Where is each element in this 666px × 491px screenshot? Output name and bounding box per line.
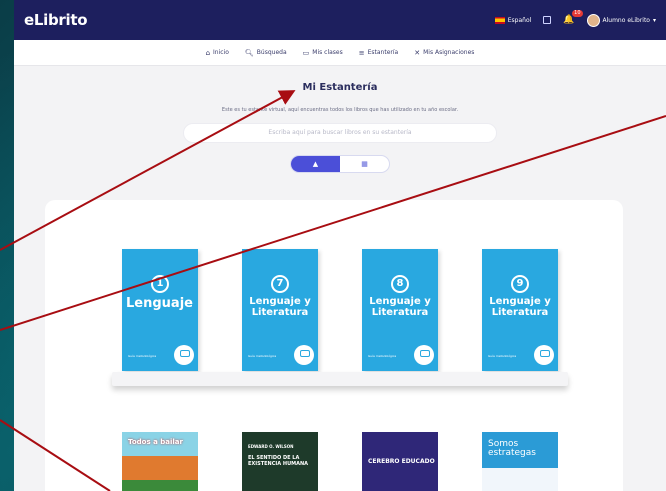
book-lenguaje-9[interactable]: 9 Lenguaje y Literatura Guía metodológic… [482,249,558,371]
nav-estanteria[interactable]: ≡ Estantería [359,49,398,57]
app-window: eLibrito Español 🔔 10 Alumno eLibrito ▾ … [14,0,666,491]
book-lenguaje-8[interactable]: 8 Lenguaje y Literatura Guía metodológic… [362,249,438,371]
bookshelf-icon: ≡ [358,48,365,57]
book-title: CEREBRO EDUCADO [368,458,435,465]
chat-bubble-icon [534,345,554,365]
shelf-board [112,372,568,386]
book-todos-a-bailar[interactable]: Todos a bailar [122,432,198,491]
book-title: Lenguaje y Literatura [249,296,311,318]
grid-view-icon: ▦ [361,160,368,168]
book-series: Guía metodológica [128,354,157,359]
book-somos-estrategas[interactable]: Somos estrategas [482,432,558,491]
page-title: Mi Estantería [302,82,378,93]
page-subtitle: Este es tu estante virtual, aquí encuent… [221,107,459,113]
nav-inicio[interactable]: ⌂ Inicio [206,49,229,57]
user-menu[interactable]: Alumno eLibrito ▾ [586,13,656,27]
view-toggle: ▲ ▦ [290,155,390,173]
spain-flag-icon [494,16,505,24]
bookshelf-view-button[interactable]: ▲ [291,156,340,172]
nav-busqueda[interactable]: 🔍︎ Búsqueda [245,49,287,57]
language-label: Español [507,16,532,24]
main-nav: ⌂ Inicio 🔍︎ Búsqueda ▭ Mis clases ≡ Estanter… [14,40,666,66]
classes-icon: ▭ [302,48,310,57]
top-bar: eLibrito Español 🔔 10 Alumno eLibrito ▾ [14,0,666,40]
book-author: EDWARD O. WILSON [248,444,294,449]
notification-badge: 10 [572,10,583,17]
book-number: 9 [511,275,529,293]
nav-mis-clases[interactable]: ▭ Mis clases [303,49,343,57]
chat-bubble-icon [414,345,434,365]
bookshelf-view-icon: ▲ [312,160,319,168]
fullscreen-icon[interactable] [543,16,552,24]
notifications-bell[interactable]: 🔔 10 [563,10,583,25]
book-cerebro-educado[interactable]: CEREBRO EDUCADO [362,432,438,491]
book-title: Lenguaje [126,296,193,311]
chevron-down-icon: ▾ [652,16,656,24]
main-content: Mi Estantería Este es tu estante virtual… [14,82,666,173]
book-number: 1 [151,275,169,293]
book-title: Somos estrategas [488,439,536,459]
book-title: Todos a bailar [128,438,183,446]
book-title: Lenguaje y Literatura [489,296,551,318]
book-series: Guía metodológica [248,354,277,359]
cover-strip [482,468,558,491]
language-selector[interactable]: Español [494,16,532,24]
book-lenguaje-7[interactable]: 7 Lenguaje y Literatura Guía metodológic… [242,249,318,371]
user-name: Alumno eLibrito [602,16,650,24]
app-logo[interactable]: eLibrito [24,11,88,29]
chat-bubble-icon [294,345,314,365]
bookshelf-search-input[interactable]: Escriba aquí para buscar libros en su es… [183,123,497,143]
book-sentido-existencia[interactable]: EDWARD O. WILSON EL SENTIDO DE LA EXISTE… [242,432,318,491]
home-icon: ⌂ [205,48,211,57]
book-lenguaje-1[interactable]: 1 Lenguaje Guía metodológica [122,249,198,371]
book-title: EL SENTIDO DE LA EXISTENCIA HUMANA [248,455,309,467]
chat-bubble-icon [174,345,194,365]
avatar [586,13,600,27]
book-series: Guía metodológica [368,354,397,359]
assignments-icon: ✕ [414,48,421,57]
book-number: 8 [391,275,409,293]
book-number: 7 [271,275,289,293]
search-icon: 🔍︎ [244,48,254,57]
book-title: Lenguaje y Literatura [369,296,431,318]
book-series: Guía metodológica [488,354,517,359]
nav-mis-asignaciones[interactable]: ✕ Mis Asignaciones [414,49,474,57]
grid-view-button[interactable]: ▦ [340,156,389,172]
